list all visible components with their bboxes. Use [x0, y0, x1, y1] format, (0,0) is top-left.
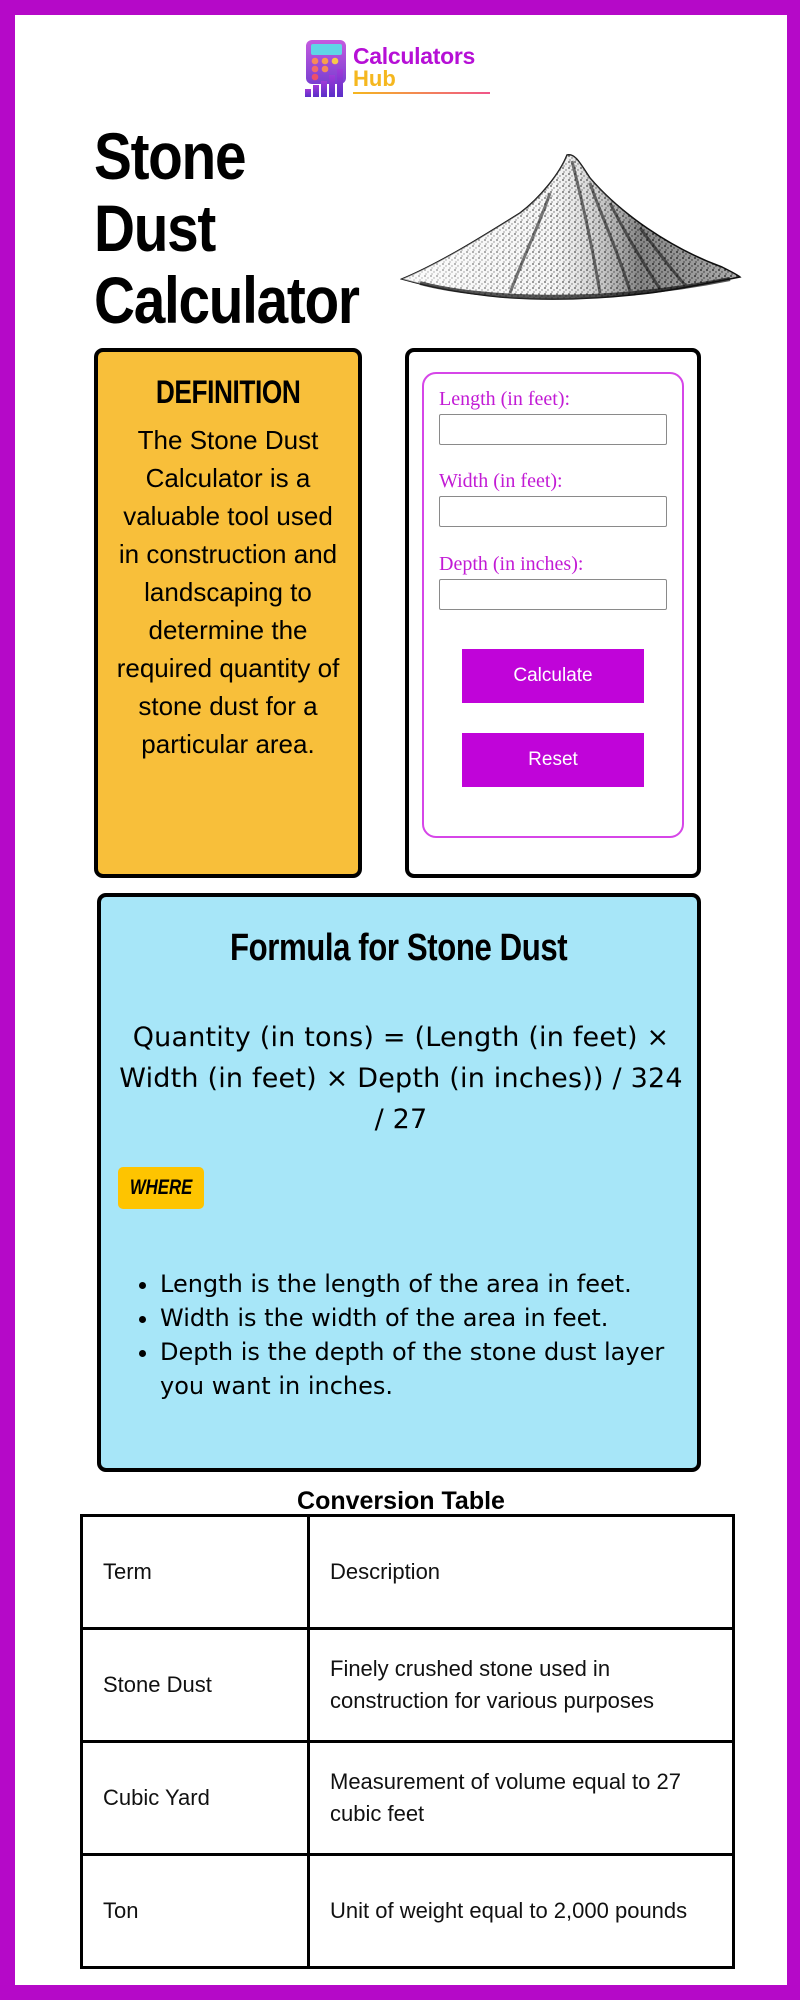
- table-cell-term: Cubic Yard: [80, 1740, 310, 1856]
- variable-item: Length is the length of the area in feet…: [137, 1267, 677, 1301]
- formula-heading-text: Formula for Stone Dust: [230, 927, 568, 969]
- brand-logo[interactable]: Calculators Hub: [304, 39, 504, 105]
- calculator-card: Length (in feet): Width (in feet): Depth…: [405, 348, 701, 878]
- page-frame: Calculators Hub Stone Dust Calculator DE…: [15, 15, 787, 1985]
- where-label: WHERE: [129, 1176, 193, 1199]
- conversion-table-title: Conversion Table: [297, 1487, 505, 1515]
- width-input[interactable]: [439, 496, 667, 527]
- variable-item: Width is the width of the area in feet.: [137, 1301, 677, 1335]
- page-title-line: Calculator: [94, 263, 360, 337]
- table-header-row: Term Description: [80, 1514, 735, 1630]
- calculator-form: Length (in feet): Width (in feet): Depth…: [422, 372, 684, 838]
- variables-list: Length is the length of the area in feet…: [137, 1267, 677, 1403]
- table-header-description: Description: [307, 1514, 735, 1630]
- calculate-button[interactable]: Calculate: [462, 649, 644, 703]
- definition-heading: DEFINITION: [155, 374, 301, 410]
- page-title-line: Dust: [94, 191, 216, 265]
- table-row: Stone Dust Finely crushed stone used in …: [80, 1627, 735, 1743]
- definition-text: The Stone Dust Calculator is a valuable …: [116, 425, 340, 759]
- page-title: Stone Dust Calculator: [94, 120, 386, 336]
- depth-label: Depth (in inches):: [439, 553, 584, 575]
- table-cell-term: Stone Dust: [80, 1627, 310, 1743]
- definition-card: DEFINITION The Stone Dust Calculator is …: [94, 348, 362, 878]
- stone-dust-pile-image: [400, 154, 742, 300]
- length-label: Length (in feet):: [439, 388, 571, 410]
- page-title-line: Stone: [94, 119, 247, 193]
- where-badge: WHERE: [118, 1167, 204, 1209]
- depth-input[interactable]: [439, 579, 667, 610]
- formula-heading: Formula for Stone Dust: [101, 927, 697, 970]
- table-header-term: Term: [80, 1514, 310, 1630]
- brand-underline: [353, 92, 490, 94]
- variable-item: Depth is the depth of the stone dust lay…: [137, 1335, 677, 1403]
- table-row: Ton Unit of weight equal to 2,000 pounds: [80, 1853, 735, 1969]
- table-cell-description: Measurement of volume equal to 27 cubic …: [307, 1740, 735, 1856]
- conversion-table: Term Description Stone Dust Finely crush…: [80, 1514, 735, 1969]
- formula-card: Formula for Stone Dust Quantity (in tons…: [97, 893, 701, 1472]
- width-label: Width (in feet):: [439, 470, 563, 492]
- brand-name-line2: Hub: [353, 66, 396, 91]
- table-row: Cubic Yard Measurement of volume equal t…: [80, 1740, 735, 1856]
- table-cell-description: Unit of weight equal to 2,000 pounds: [307, 1853, 735, 1969]
- reset-button[interactable]: Reset: [462, 733, 644, 787]
- table-cell-term: Ton: [80, 1853, 310, 1969]
- length-input[interactable]: [439, 414, 667, 445]
- formula-expression: Quantity (in tons) = (Length (in feet) ×…: [119, 1022, 683, 1135]
- table-cell-description: Finely crushed stone used in constructio…: [307, 1627, 735, 1743]
- calculator-chart-logo-icon: [305, 40, 346, 97]
